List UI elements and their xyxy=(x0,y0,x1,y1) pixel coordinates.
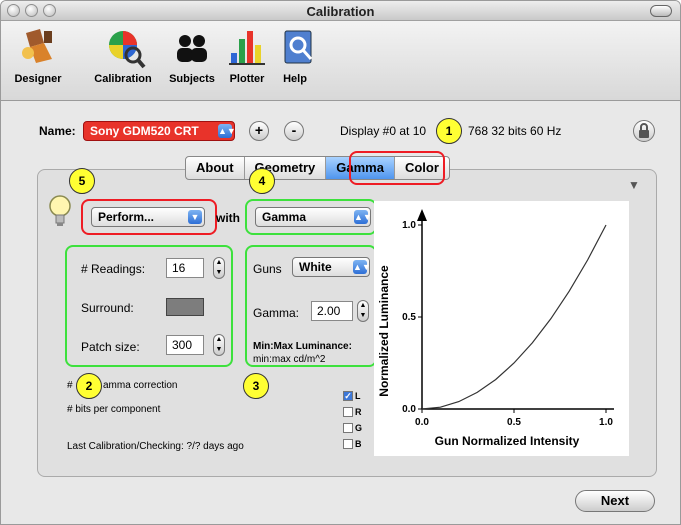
tab-about[interactable]: About xyxy=(186,157,245,179)
readings-field[interactable]: 16 xyxy=(166,258,204,278)
callout-1: 1 xyxy=(436,118,462,144)
x-axis-label: Gun Normalized Intensity xyxy=(435,434,580,448)
window-title: Calibration xyxy=(306,4,375,19)
patch-size-label: Patch size: xyxy=(81,340,140,354)
guns-select[interactable]: White ▲▼ xyxy=(292,257,371,277)
display-info-prefix: Display #0 at 10 xyxy=(340,124,427,138)
display-info-suffix: 768 32 bits 60 Hz xyxy=(468,124,562,138)
toolbar-plotter[interactable]: Plotter xyxy=(223,23,271,85)
perform-select-value: Perform... xyxy=(98,210,155,224)
patch-size-stepper[interactable]: ▲ ▼ xyxy=(213,334,225,356)
gamma-tab-highlight xyxy=(349,151,445,185)
gamma-label: Gamma: xyxy=(253,306,300,320)
gamma-stepper[interactable]: ▲ ▼ xyxy=(357,300,369,322)
guns-select-value: White xyxy=(299,260,332,274)
perform-select[interactable]: Perform... ▼ xyxy=(91,207,205,227)
guns-label: Guns xyxy=(253,262,282,276)
chevron-updown-icon: ▲▼ xyxy=(218,124,236,138)
calibration-icon xyxy=(109,31,146,69)
lock-button[interactable] xyxy=(633,120,655,142)
calibration-window: Calibration Designer Calibration Subject… xyxy=(0,0,681,525)
bits-per-component-text: # bits per component xyxy=(67,404,161,415)
chevron-updown-icon: ▲▼ xyxy=(354,210,372,224)
gamma-correction-text: amma correction xyxy=(103,380,178,391)
subjects-icon xyxy=(177,35,207,62)
readings-label: # Readings: xyxy=(81,262,146,276)
y-axis-arrow xyxy=(417,209,427,221)
surround-color-well[interactable] xyxy=(166,298,204,316)
minmax-label: Min:Max Luminance: xyxy=(253,341,352,352)
y-tick-label: 0.5 xyxy=(402,312,416,323)
designer-icon xyxy=(22,29,52,63)
patch-size-field[interactable]: 300 xyxy=(166,335,204,355)
title-bar: Calibration xyxy=(1,1,680,21)
next-button[interactable]: Next xyxy=(575,490,655,512)
y-tick-label: 0.0 xyxy=(402,404,416,415)
toolbar-calibration-label: Calibration xyxy=(94,73,152,85)
gamma-field[interactable]: 2.00 xyxy=(311,301,353,321)
remove-device-button[interactable]: - xyxy=(284,121,304,141)
channel-checkbox-b[interactable]: B xyxy=(343,439,362,449)
add-device-button[interactable]: + xyxy=(249,121,269,141)
toolbar: Designer Calibration Subjects Plotter He… xyxy=(1,21,680,101)
add-device-label: + xyxy=(254,122,264,138)
channel-label-l: L xyxy=(355,391,361,401)
gamma-correction-prefix: # xyxy=(67,380,73,391)
remove-device-label: - xyxy=(291,122,297,138)
method-select[interactable]: Gamma ▲▼ xyxy=(255,207,372,227)
chart-layer: 0.0 0.5 1.0 0.0 0.5 1.0 xyxy=(402,209,614,428)
device-select[interactable]: Sony GDM520 CRT ▲▼ xyxy=(83,121,236,141)
toolbar-subjects-label: Subjects xyxy=(169,73,215,85)
callout-5: 5 xyxy=(69,168,95,194)
y-tick-label: 1.0 xyxy=(402,220,416,231)
last-calibration-text: Last Calibration/Checking: ?/? days ago xyxy=(67,441,244,452)
device-select-value: Sony GDM520 CRT xyxy=(90,124,199,138)
toolbar-help[interactable]: Help xyxy=(275,23,315,85)
readings-stepper[interactable]: ▲ ▼ xyxy=(213,257,225,279)
with-label: with xyxy=(216,211,240,225)
channel-label-r: R xyxy=(355,407,362,417)
x-tick-label: 1.0 xyxy=(599,417,613,428)
disclosure-triangle-icon[interactable]: ▼ xyxy=(628,178,640,192)
gamma-plot: Normalized Luminance Gun Normalized Inte… xyxy=(374,201,629,456)
method-select-value: Gamma xyxy=(262,210,307,224)
checkmark-icon: ✓ xyxy=(343,391,353,401)
toolbar-designer-label: Designer xyxy=(14,73,62,85)
x-tick-label: 0.0 xyxy=(415,417,429,428)
surround-label: Surround: xyxy=(81,301,134,315)
name-label: Name: xyxy=(39,124,76,138)
callout-3: 3 xyxy=(243,373,269,399)
channel-label-g: G xyxy=(355,423,363,433)
callout-2: 2 xyxy=(76,373,102,399)
gamma-curve xyxy=(421,224,607,410)
x-tick-label: 0.5 xyxy=(507,417,521,428)
y-axis-label: Normalized Luminance xyxy=(377,265,391,397)
chevron-down-icon: ▼ xyxy=(188,210,202,224)
minmax-value: min:max cd/m^2 xyxy=(253,354,326,365)
chevron-updown-icon: ▲▼ xyxy=(353,260,371,274)
lightbulb-icon[interactable] xyxy=(47,193,73,229)
plotter-icon xyxy=(229,31,265,65)
checkbox-box xyxy=(343,439,353,449)
toolbar-subjects[interactable]: Subjects xyxy=(163,23,221,85)
toolbar-help-label: Help xyxy=(283,73,307,85)
checkbox-box xyxy=(343,423,353,433)
toolbar-calibration[interactable]: Calibration xyxy=(85,23,161,85)
toolbar-toggle-button[interactable] xyxy=(650,5,672,17)
help-icon xyxy=(284,30,313,64)
toolbar-designer[interactable]: Designer xyxy=(5,23,71,85)
toolbar-plotter-label: Plotter xyxy=(229,73,265,85)
channel-checkbox-g[interactable]: G xyxy=(343,423,362,433)
checkbox-box xyxy=(343,407,353,417)
gamma-chart-svg: Normalized Luminance Gun Normalized Inte… xyxy=(377,209,614,448)
lock-icon xyxy=(639,123,649,138)
channel-label-b: B xyxy=(355,439,362,449)
channel-checkbox-l[interactable]: ✓ L xyxy=(343,391,361,401)
callout-4: 4 xyxy=(249,168,275,194)
channel-checkbox-r[interactable]: R xyxy=(343,407,362,417)
